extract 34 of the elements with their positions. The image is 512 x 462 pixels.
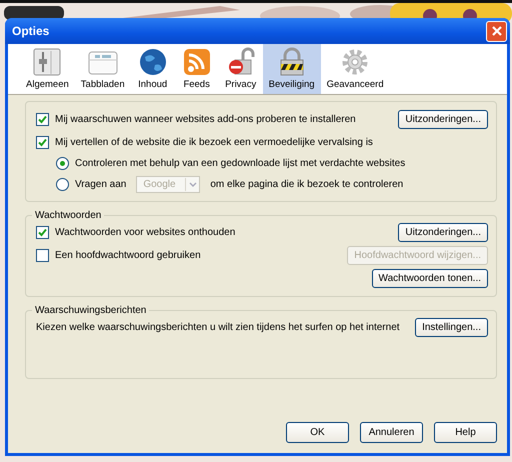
toolbar-tab[interactable]: Privacy <box>218 44 263 94</box>
checkbox[interactable] <box>36 113 49 126</box>
radio-button[interactable] <box>56 157 69 170</box>
exceptions-button[interactable]: Uitzonderingen... <box>398 110 488 129</box>
checkbox[interactable] <box>36 226 49 239</box>
toolbar-tab[interactable]: Beveiliging <box>262 44 321 94</box>
checkbox-label: Een hoofdwachtwoord gebruiken <box>55 250 201 261</box>
checkbox[interactable] <box>36 136 49 148</box>
checkbox-label: Wachtwoorden voor websites onthouden <box>55 227 236 238</box>
toolbar-tab[interactable]: Inhoud <box>130 44 175 94</box>
settings-button[interactable]: Instellingen... <box>415 318 488 337</box>
radio-label: Controleren met behulp van een gedownloade lijst met verdachte websites <box>75 158 406 169</box>
radio-button[interactable] <box>56 178 69 191</box>
toolbar-tab[interactable]: Algemeen <box>20 44 75 94</box>
radio-label: Vragen aan <box>75 179 126 190</box>
dialog-button[interactable]: OK <box>286 422 349 443</box>
close-button[interactable] <box>486 20 507 42</box>
toolbar-tab[interactable]: Feeds <box>174 44 219 94</box>
password-button[interactable]: Uitzonderingen... <box>398 223 488 242</box>
radio-label-suffix: om elke pagina die ik bezoek te controleren <box>210 179 404 190</box>
sliders-icon <box>31 47 64 77</box>
checkbox-label: Mij vertellen of de website die ik bezoek een vermoedelijke vervalsing is <box>55 136 373 148</box>
toolbar-tab[interactable]: Geavanceerd <box>320 44 390 94</box>
toolbar-tab[interactable]: Tabbladen <box>74 44 131 94</box>
dialog-button[interactable]: Annuleren <box>360 422 423 443</box>
dialog-button[interactable]: Help <box>434 422 497 443</box>
chevron-down-icon <box>188 182 197 187</box>
close-icon <box>490 25 502 37</box>
checkbox-label: Mij waarschuwen wanneer websites add-ons proberen te installeren <box>55 114 356 125</box>
show-passwords-button[interactable]: Wachtwoorden tonen... <box>372 269 488 288</box>
group-title: Waarschuwingsberichten <box>34 305 148 316</box>
window-title: Opties <box>12 24 50 38</box>
description-text: Kiezen welke waarschuwingsberichten u wilt zien tijdens het surfen op het internet <box>36 321 401 334</box>
group-title: Wachtwoorden <box>34 210 102 221</box>
